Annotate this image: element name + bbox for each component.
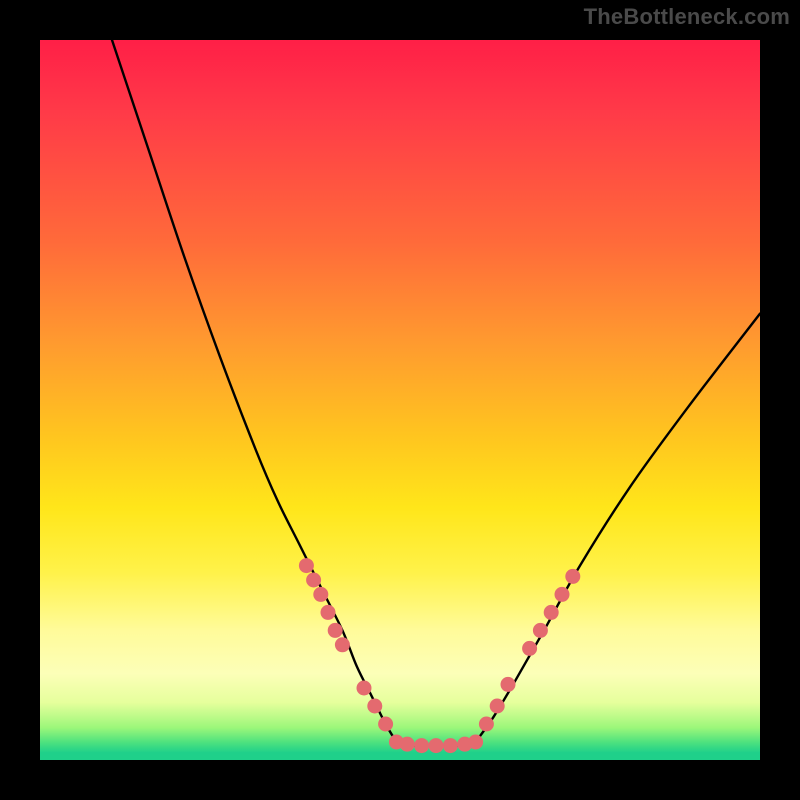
data-marker: [367, 699, 382, 714]
data-marker: [479, 717, 494, 732]
chart-frame: TheBottleneck.com: [0, 0, 800, 800]
data-marker: [306, 573, 321, 588]
plot-area: [40, 40, 760, 760]
data-marker: [522, 641, 537, 656]
data-marker: [335, 637, 350, 652]
data-marker: [400, 737, 415, 752]
data-marker: [299, 558, 314, 573]
data-marker: [313, 587, 328, 602]
data-marker: [501, 677, 516, 692]
data-marker: [321, 605, 336, 620]
curve-layer: [40, 40, 760, 760]
data-marker: [555, 587, 570, 602]
curve-right-segment: [476, 314, 760, 742]
data-marker: [357, 681, 372, 696]
data-marker: [443, 738, 458, 753]
curve-left-segment: [112, 40, 396, 742]
data-marker: [468, 735, 483, 750]
data-marker: [378, 717, 393, 732]
data-marker: [328, 623, 343, 638]
data-marker: [490, 699, 505, 714]
marker-group: [299, 558, 580, 753]
data-marker: [533, 623, 548, 638]
data-marker: [565, 569, 580, 584]
data-marker: [414, 738, 429, 753]
watermark-text: TheBottleneck.com: [584, 4, 790, 30]
data-marker: [544, 605, 559, 620]
data-marker: [429, 738, 444, 753]
